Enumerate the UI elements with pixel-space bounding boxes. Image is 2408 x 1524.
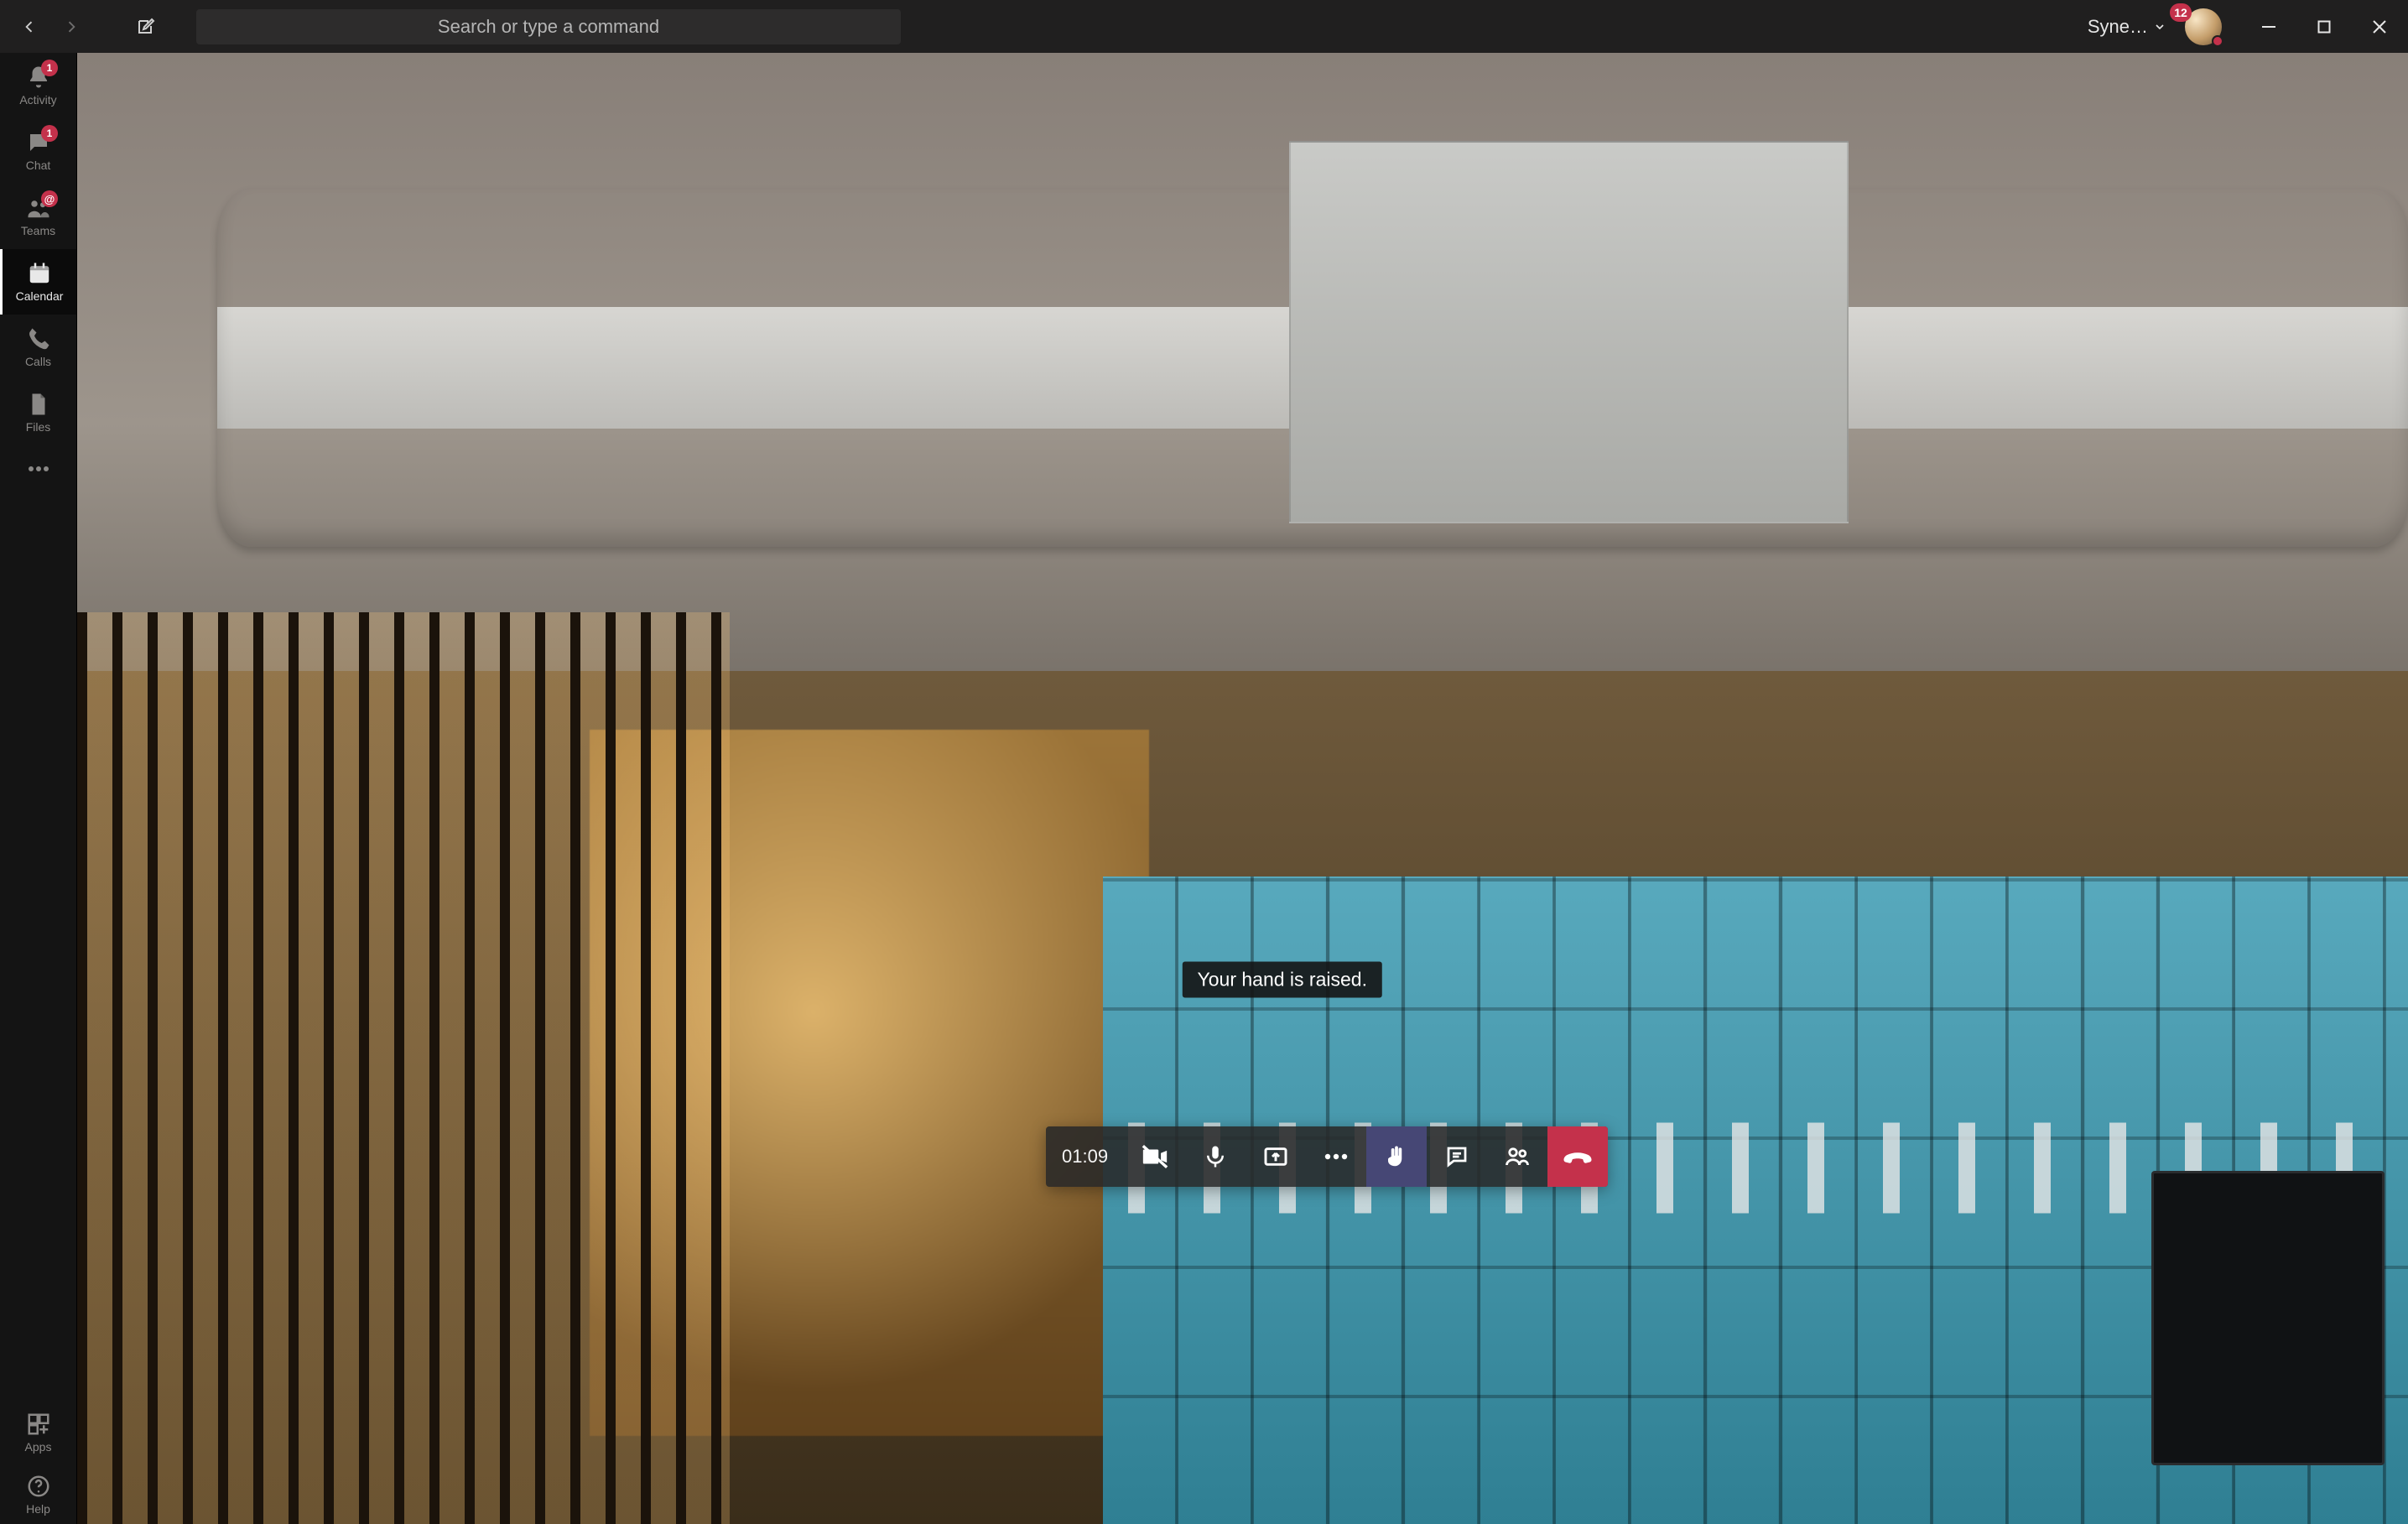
toggle-mic-button[interactable] xyxy=(1185,1126,1246,1187)
call-duration: 01:09 xyxy=(1046,1126,1125,1187)
sidebar-item-label: Chat xyxy=(26,159,51,172)
sidebar-item-label: Teams xyxy=(21,224,55,237)
window-controls xyxy=(2255,8,2393,45)
share-tray-icon xyxy=(1262,1143,1289,1170)
file-icon xyxy=(26,392,51,417)
sidebar-item-label: Help xyxy=(26,1502,50,1516)
sidebar-overflow-button[interactable] xyxy=(0,445,76,492)
mention-badge: @ xyxy=(41,190,58,207)
window-maximize-button[interactable] xyxy=(2311,8,2338,45)
nav-back-button[interactable] xyxy=(10,8,49,46)
sidebar-item-label: Calendar xyxy=(16,289,64,303)
compose-button[interactable] xyxy=(126,8,164,46)
camera-off-icon xyxy=(1141,1142,1169,1171)
sidebar-item-files[interactable]: Files xyxy=(0,380,76,445)
sidebar-item-calendar[interactable]: Calendar xyxy=(0,249,76,315)
titlebar-right: Syne… 12 xyxy=(2088,8,2403,45)
badge: 1 xyxy=(41,125,58,142)
sidebar-item-label: Calls xyxy=(25,355,51,368)
show-conversation-button[interactable] xyxy=(1427,1126,1487,1187)
sidebar-item-label: Apps xyxy=(25,1440,52,1454)
toggle-camera-button[interactable] xyxy=(1125,1126,1185,1187)
titlebar: Syne… 12 xyxy=(0,0,2408,53)
ellipsis-icon xyxy=(28,466,49,472)
show-participants-button[interactable] xyxy=(1487,1126,1547,1187)
presence-busy-icon xyxy=(2212,35,2223,47)
sidebar-item-calls[interactable]: Calls xyxy=(0,315,76,380)
sidebar-item-label: Activity xyxy=(19,93,56,107)
profile-avatar[interactable]: 12 xyxy=(2185,8,2222,45)
window-close-button[interactable] xyxy=(2366,8,2393,45)
raise-hand-button[interactable] xyxy=(1366,1126,1427,1187)
sidebar-item-activity[interactable]: Activity 1 xyxy=(0,53,76,118)
people-icon xyxy=(1505,1144,1530,1169)
badge: 1 xyxy=(41,60,58,76)
raised-hand-icon xyxy=(1384,1144,1409,1169)
main-area: Activity 1 Chat 1 Teams @ Calendar xyxy=(0,53,2408,1524)
sidebar-item-chat[interactable]: Chat 1 xyxy=(0,118,76,184)
titlebar-left xyxy=(5,8,164,46)
org-switcher[interactable]: Syne… xyxy=(2088,16,2166,38)
search-wrap xyxy=(196,9,901,44)
window-minimize-button[interactable] xyxy=(2255,8,2282,45)
share-screen-button[interactable] xyxy=(1246,1126,1306,1187)
search-input[interactable] xyxy=(196,9,901,44)
phone-icon xyxy=(26,326,51,351)
hang-up-button[interactable] xyxy=(1547,1126,1608,1187)
call-toolbar: 01:09 xyxy=(1046,1126,1608,1187)
more-actions-button[interactable] xyxy=(1306,1126,1366,1187)
org-name-label: Syne… xyxy=(2088,16,2148,38)
hand-raised-tooltip: Your hand is raised. xyxy=(1183,962,1382,998)
sidebar-item-teams[interactable]: Teams @ xyxy=(0,184,76,249)
hang-up-icon xyxy=(1563,1142,1593,1172)
meeting-stage: Your hand is raised. 01:09 xyxy=(77,53,2408,1524)
video-feed xyxy=(77,53,2408,1524)
ellipsis-icon xyxy=(1324,1152,1349,1161)
microphone-icon xyxy=(1203,1144,1228,1169)
sidebar-item-label: Files xyxy=(26,420,51,434)
chevron-down-icon xyxy=(2153,20,2166,34)
help-icon xyxy=(26,1474,51,1499)
apps-icon xyxy=(26,1412,51,1437)
nav-forward-button[interactable] xyxy=(52,8,91,46)
sidebar-item-help[interactable]: Help xyxy=(0,1465,76,1524)
calendar-icon xyxy=(27,261,52,286)
notification-count-badge: 12 xyxy=(2170,3,2192,22)
sidebar-item-apps[interactable]: Apps xyxy=(0,1400,76,1465)
chat-bubble-icon xyxy=(1444,1144,1469,1169)
app-rail: Activity 1 Chat 1 Teams @ Calendar xyxy=(0,53,77,1524)
